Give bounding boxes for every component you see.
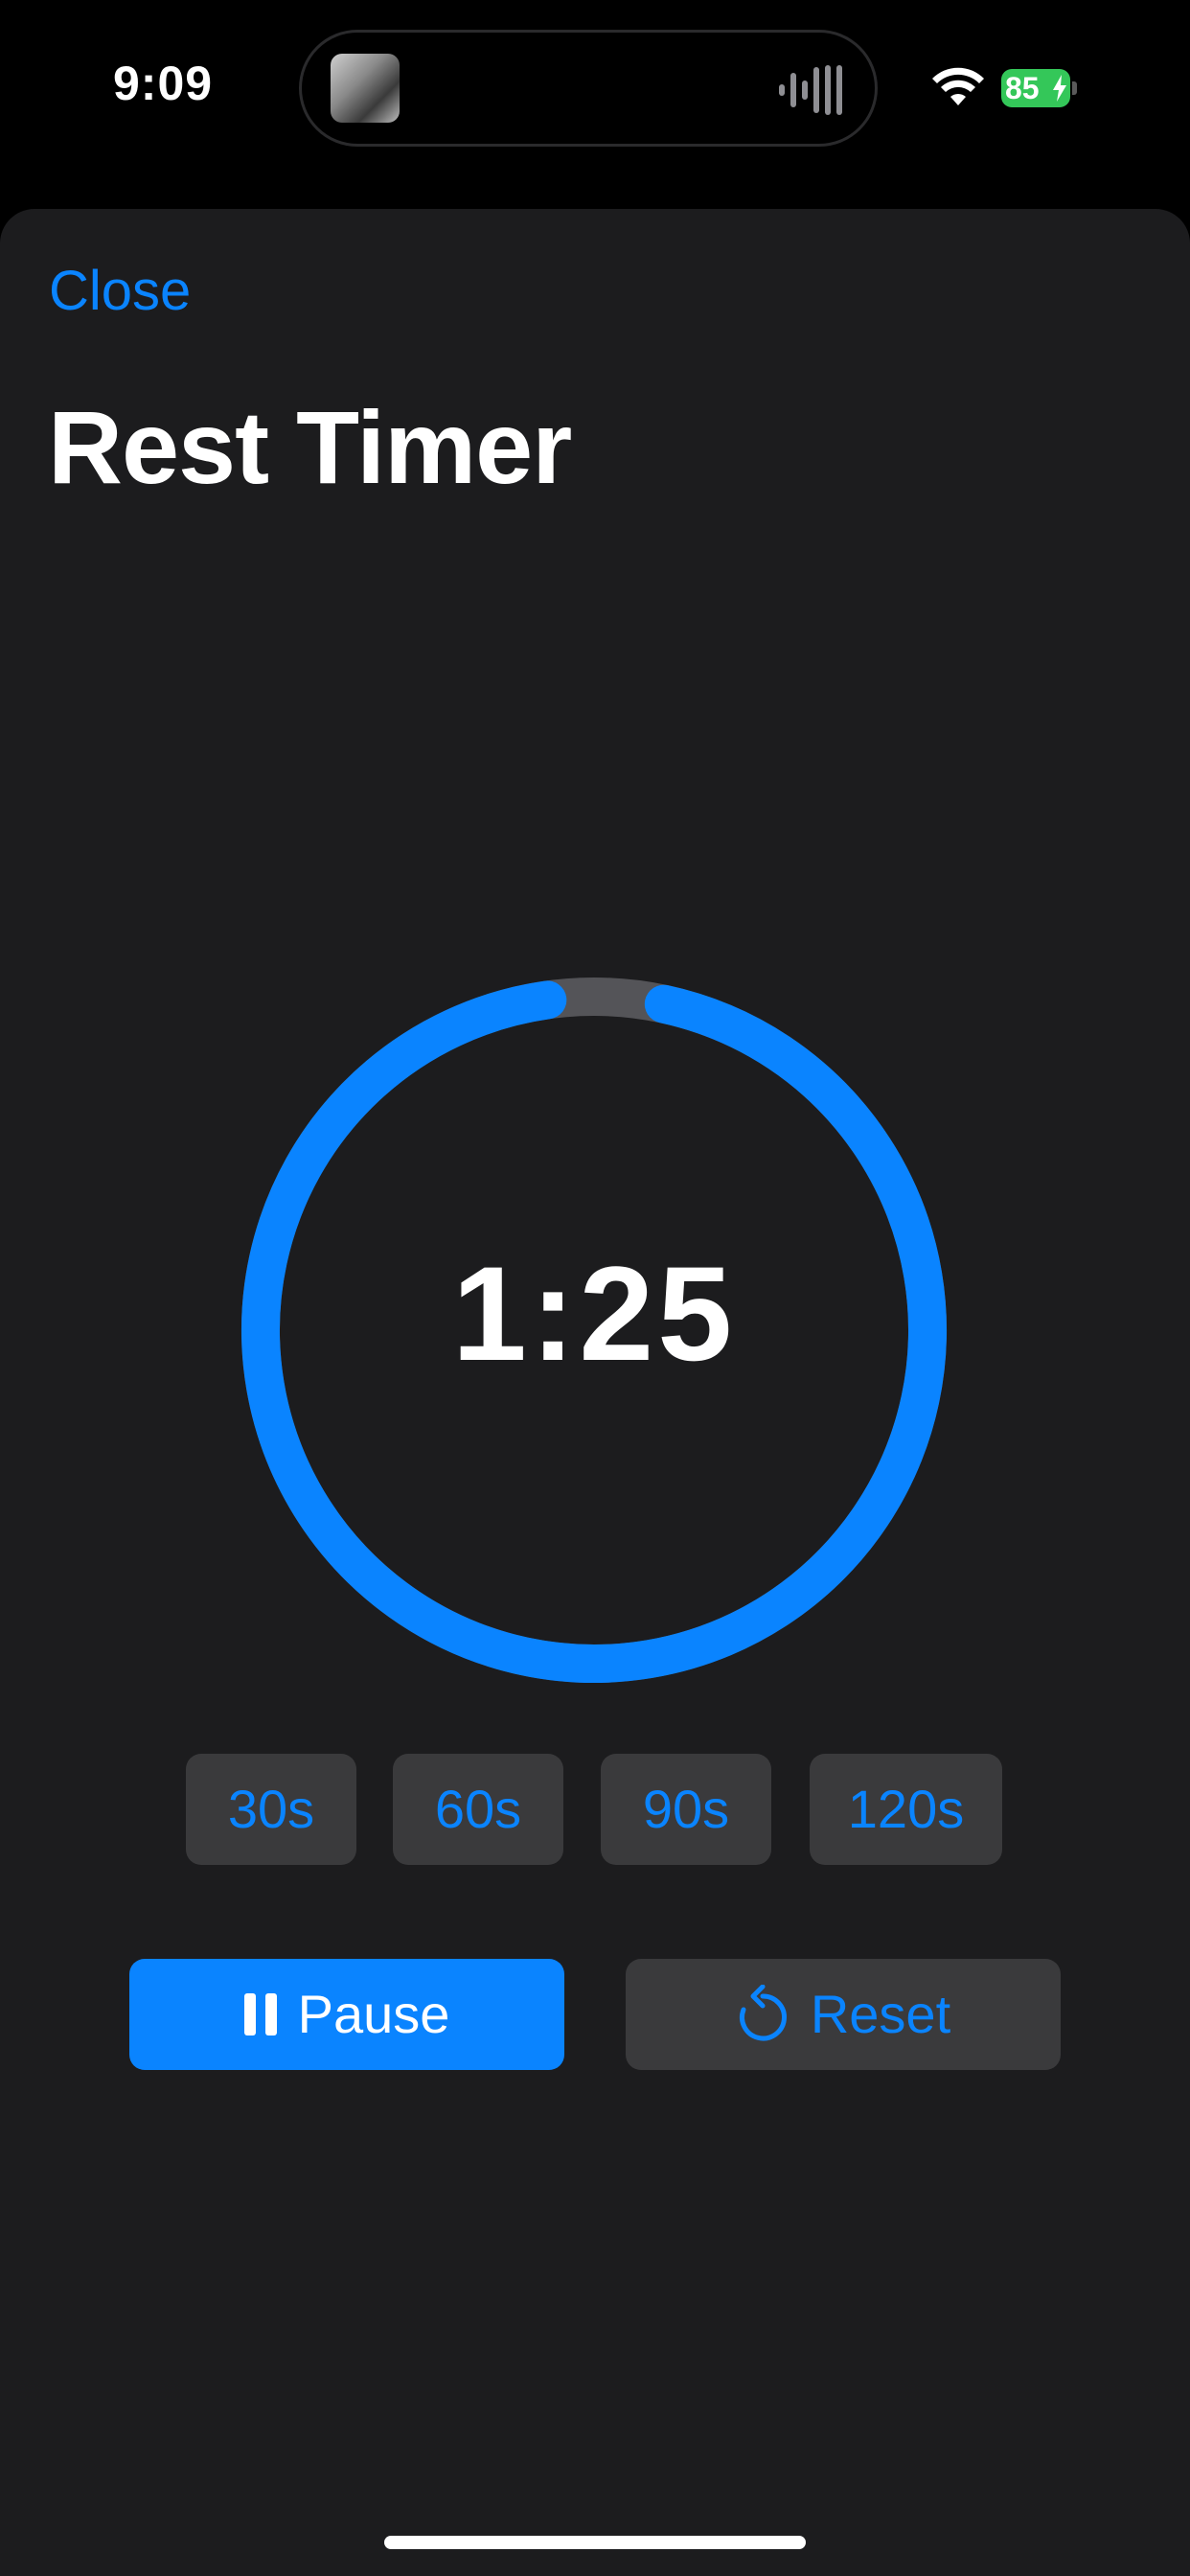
preset-row: 30s 60s 90s 120s: [0, 1754, 1190, 1867]
battery-cap: [1072, 81, 1077, 95]
preset-60s-button[interactable]: 60s: [393, 1754, 563, 1865]
rest-timer-sheet: Close Rest Timer 1:25 30s 60s 90s 120s P…: [0, 209, 1190, 2576]
close-button[interactable]: Close: [49, 259, 191, 323]
home-indicator: [384, 2536, 806, 2549]
now-playing-artwork: [331, 54, 400, 123]
battery-indicator: 85: [1001, 69, 1077, 107]
preset-120s-button[interactable]: 120s: [810, 1754, 1002, 1865]
reset-arrow-icon: [739, 1985, 787, 2041]
preset-90s-button[interactable]: 90s: [601, 1754, 771, 1865]
pause-label: Pause: [297, 1984, 450, 2044]
audio-waveform-icon: [779, 65, 842, 115]
reset-button[interactable]: Reset: [626, 1959, 1061, 2070]
timer-remaining: 1:25: [451, 1238, 737, 1389]
dynamic-island[interactable]: [299, 30, 878, 147]
status-bar: 9:09 85: [0, 0, 1190, 206]
reset-label: Reset: [810, 1984, 951, 2044]
preset-30s-button[interactable]: 30s: [186, 1754, 356, 1865]
charging-bolt-icon: [1053, 75, 1066, 102]
status-time: 9:09: [113, 57, 214, 110]
pause-icon: [243, 1993, 277, 2036]
wifi-icon: [932, 67, 984, 105]
pause-button[interactable]: Pause: [129, 1959, 564, 2070]
page-title: Rest Timer: [48, 389, 572, 505]
